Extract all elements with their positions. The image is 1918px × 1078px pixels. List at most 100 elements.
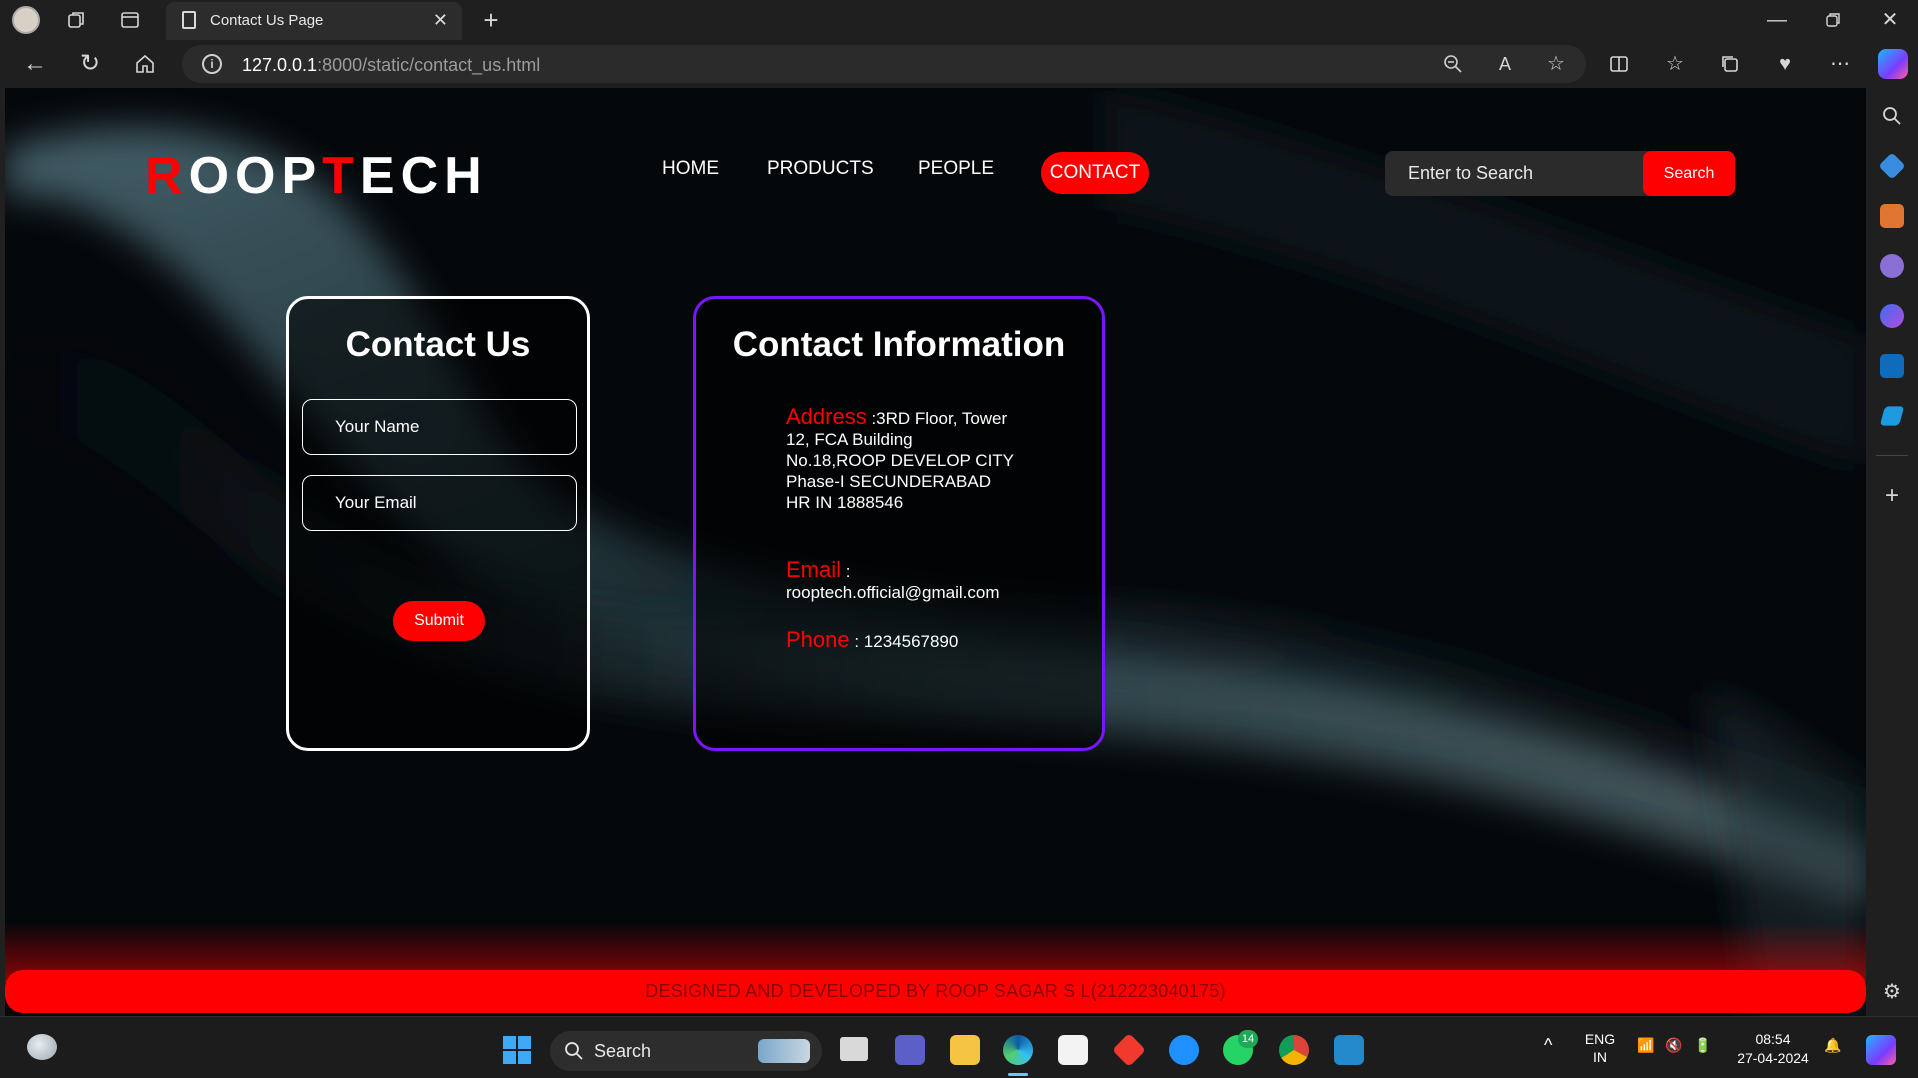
profile-avatar[interactable] [12, 6, 40, 34]
email-value: rooptech.official@gmail.com [786, 583, 1000, 602]
contact-info-title: Contact Information [732, 325, 1066, 364]
address-label: Address [786, 404, 867, 429]
games-icon[interactable] [1880, 254, 1904, 278]
help-app-icon[interactable] [1169, 1035, 1199, 1065]
weather-icon[interactable] [27, 1034, 57, 1060]
logo-letter-t: T [322, 147, 360, 205]
address-bar[interactable]: i 127.0.0.1:8000/static/contact_us.html … [182, 45, 1586, 83]
email-separator: : [841, 562, 851, 581]
volume-mute-icon[interactable]: 🔇 [1665, 1037, 1682, 1054]
close-window-icon[interactable]: ✕ [1877, 7, 1903, 33]
search-button[interactable]: Search [1643, 151, 1735, 196]
edge-sidebar: + ⚙ [1866, 88, 1918, 1016]
address-block: Address :3RD Floor, Tower 12, FCA Buildi… [786, 406, 1016, 513]
more-menu-icon[interactable]: ⋯ [1827, 51, 1853, 77]
site-search: Search [1385, 151, 1735, 196]
outlook-icon[interactable] [1880, 354, 1904, 378]
name-field[interactable] [302, 399, 577, 455]
tab-actions-icon[interactable] [117, 7, 143, 33]
telegram-send-icon[interactable] [1879, 406, 1905, 426]
split-screen-icon[interactable] [1606, 51, 1632, 77]
start-windows-icon[interactable] [503, 1036, 531, 1064]
address-bar-row: ← ↻ i 127.0.0.1:8000/static/contact_us.h… [0, 40, 1918, 88]
contact-form-card: Contact Us Submit [286, 296, 590, 751]
tab-contact-us[interactable]: Contact Us Page ✕ [166, 2, 462, 40]
taskbar-search-label: Search [594, 1041, 652, 1061]
new-tab-icon[interactable]: + [478, 7, 504, 33]
site-info-icon[interactable]: i [202, 54, 222, 74]
workspaces-icon[interactable] [64, 7, 90, 33]
task-view-icon[interactable] [840, 1037, 868, 1061]
taskbar-search-icon [564, 1041, 584, 1066]
copilot-taskbar-icon[interactable] [1866, 1035, 1896, 1065]
zoom-out-icon[interactable] [1440, 51, 1466, 77]
read-aloud-icon[interactable]: A [1492, 51, 1518, 77]
battery-icon[interactable]: 🔋 [1694, 1037, 1711, 1054]
red-diamond-app-icon[interactable] [1112, 1033, 1146, 1067]
logo-part-oop: OOP [188, 147, 323, 205]
tools-briefcase-icon[interactable] [1880, 204, 1904, 228]
close-tab-icon[interactable]: ✕ [433, 10, 448, 31]
search-input[interactable] [1385, 151, 1639, 196]
language-indicator[interactable]: ENG IN [1580, 1030, 1620, 1066]
email-block: Email : rooptech.official@gmail.com [786, 559, 1046, 603]
footer-text: DESIGNED AND DEVELOPED BY ROOP SAGAR S L… [645, 981, 1226, 1001]
email-label: Email [786, 557, 842, 582]
search-highlight-icon [758, 1039, 810, 1063]
language-bottom: IN [1593, 1049, 1607, 1065]
copilot-sidebar-icon[interactable] [1880, 304, 1904, 328]
tab-title: Contact Us Page [210, 12, 324, 29]
home-icon[interactable] [132, 51, 158, 77]
url-host: 127.0.0.1 [242, 55, 318, 75]
back-icon[interactable]: ← [22, 51, 48, 77]
nav-home[interactable]: HOME [662, 158, 719, 180]
clock-time: 08:54 [1755, 1031, 1791, 1047]
microsoft-store-icon[interactable] [1058, 1035, 1088, 1065]
copilot-icon[interactable] [1878, 49, 1908, 79]
sidebar-search-icon[interactable] [1879, 103, 1905, 129]
nav-people[interactable]: PEOPLE [918, 158, 994, 180]
nav-contact[interactable]: CONTACT [1041, 152, 1149, 194]
collections-icon[interactable] [1717, 51, 1743, 77]
minimize-icon[interactable]: — [1764, 7, 1790, 33]
taskbar-search[interactable]: Search [550, 1031, 822, 1071]
add-sidebar-icon[interactable]: + [1879, 483, 1905, 509]
sidebar-settings-icon[interactable]: ⚙ [1879, 979, 1905, 1005]
phone-value: : 1234567890 [849, 632, 959, 651]
chrome-icon[interactable] [1279, 1035, 1309, 1065]
phone-label: Phone [786, 627, 850, 652]
refresh-icon[interactable]: ↻ [77, 51, 103, 77]
submit-button[interactable]: Submit [393, 601, 485, 641]
site-footer: DESIGNED AND DEVELOPED BY ROOP SAGAR S L… [5, 970, 1866, 1013]
show-hidden-icons[interactable]: ^ [1544, 1035, 1552, 1056]
edge-browser-icon[interactable] [1003, 1035, 1033, 1065]
clock-date: 27-04-2024 [1737, 1050, 1809, 1066]
phone-block: Phone : 1234567890 [786, 629, 1046, 652]
browser-essentials-icon[interactable]: ♥ [1772, 51, 1798, 77]
windows-taskbar: Search 14 ^ ENG IN 📶 🔇 🔋 08:54 27-04-202… [0, 1016, 1918, 1078]
language-top: ENG [1584, 1031, 1616, 1047]
url-text[interactable]: 127.0.0.1:8000/static/contact_us.html [242, 55, 540, 76]
email-field[interactable] [302, 475, 577, 531]
file-explorer-icon[interactable] [950, 1035, 980, 1065]
clock[interactable]: 08:54 27-04-2024 [1730, 1030, 1816, 1068]
logo-part-ech: ECH [359, 147, 488, 205]
sidebar-divider [1876, 455, 1908, 456]
vscode-icon[interactable] [1334, 1035, 1364, 1065]
contact-form-title: Contact Us [345, 325, 531, 364]
url-path: :8000/static/contact_us.html [317, 55, 541, 75]
wifi-icon[interactable]: 📶 [1637, 1037, 1654, 1054]
favorites-icon[interactable]: ☆ [1662, 51, 1688, 77]
teams-icon[interactable] [895, 1035, 925, 1065]
tab-bar: Contact Us Page ✕ + — ✕ [0, 0, 1918, 40]
restore-icon[interactable] [1820, 7, 1846, 33]
nav-products[interactable]: PRODUCTS [767, 158, 874, 180]
contact-info-card: Contact Information Address :3RD Floor, … [693, 296, 1105, 751]
page-viewport: ROOPTECH HOME PRODUCTS PEOPLE CONTACT Se… [5, 88, 1866, 1016]
notifications-bell-icon[interactable]: 🔔 [1824, 1037, 1841, 1054]
page-icon [182, 11, 196, 29]
logo-letter-r: R [145, 147, 189, 205]
site-logo[interactable]: ROOPTECH [145, 146, 488, 206]
shopping-tag-icon[interactable] [1878, 152, 1906, 180]
favorite-star-icon[interactable]: ☆ [1543, 51, 1569, 77]
